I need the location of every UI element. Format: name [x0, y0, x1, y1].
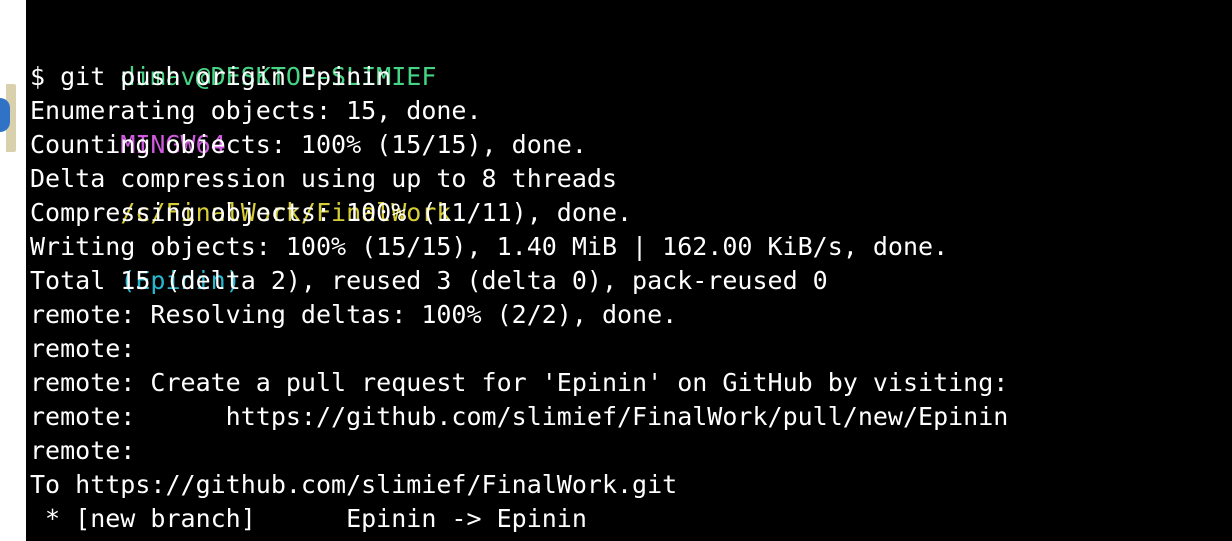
left-window-strip — [0, 0, 26, 541]
terminal-output-line: Writing objects: 100% (15/15), 1.40 MiB … — [30, 232, 949, 261]
terminal-output-line: remote: Create a pull request for 'Epini… — [30, 368, 1009, 397]
terminal-output-line: remote: — [30, 334, 136, 363]
prompt-line: dimav@DESKTOP-SLIMIEF MINGW64 /c/FinalWo… — [30, 26, 1232, 295]
terminal-output-line: Enumerating objects: 15, done. — [30, 96, 482, 125]
terminal-output-line: Compressing objects: 100% (11/11), done. — [30, 198, 633, 227]
terminal-output-line: remote: Resolving deltas: 100% (2/2), do… — [30, 300, 678, 329]
terminal-output-line: * [new branch] Epinin -> Epinin — [30, 504, 587, 533]
terminal-output-line: To https://github.com/slimief/FinalWork.… — [30, 470, 678, 499]
screenshot-canvas: dimav@DESKTOP-SLIMIEF MINGW64 /c/FinalWo… — [0, 0, 1232, 541]
terminal-output-line: Total 15 (delta 2), reused 3 (delta 0), … — [30, 266, 828, 295]
terminal-window[interactable]: dimav@DESKTOP-SLIMIEF MINGW64 /c/FinalWo… — [26, 0, 1232, 541]
terminal-output-line: remote: — [30, 436, 136, 465]
terminal-output-line: Counting objects: 100% (15/15), done. — [30, 130, 587, 159]
terminal-output-line: Delta compression using up to 8 threads — [30, 164, 617, 193]
terminal-output-line: remote: https://github.com/slimief/Final… — [30, 402, 1009, 431]
window-edge-blue-marker — [0, 98, 10, 132]
command-line[interactable]: $ git push origin Epinin — [30, 60, 1232, 94]
